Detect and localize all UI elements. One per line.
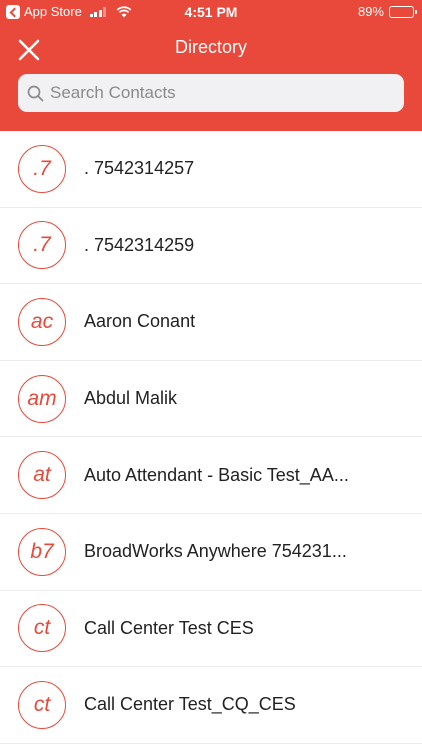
- contact-row[interactable]: .7 . 7542314259: [0, 208, 422, 285]
- search-icon: [27, 85, 44, 101]
- battery-icon: [389, 5, 417, 18]
- contact-avatar: am: [18, 374, 66, 423]
- contact-name: Call Center Test CES: [84, 617, 254, 638]
- contact-avatar: ac: [18, 297, 66, 346]
- contact-name: . 7542314257: [84, 158, 195, 179]
- contact-name: Aaron Conant: [84, 311, 196, 332]
- contact-name: Call Center Test_CQ_CES: [84, 694, 296, 715]
- contact-row[interactable]: at Auto Attendant - Basic Test_AA...: [0, 437, 422, 514]
- contact-row[interactable]: ct Call Center Test CES: [0, 591, 422, 668]
- contact-row[interactable]: ct Call Center Test_CQ_CES: [0, 667, 422, 744]
- search-bar[interactable]: [18, 74, 404, 112]
- contact-avatar: .7: [18, 221, 66, 270]
- status-right: 89%: [357, 4, 417, 19]
- contact-name: Auto Attendant - Basic Test_AA...: [84, 464, 349, 485]
- contact-name: . 7542314259: [84, 234, 195, 255]
- contact-row[interactable]: b7 BroadWorks Anywhere 754231...: [0, 514, 422, 591]
- page-title: Directory: [174, 37, 247, 57]
- contact-name: Abdul Malik: [84, 388, 178, 409]
- nav-header: App Store 4:51 PM 89% Directory: [0, 0, 422, 131]
- contact-row[interactable]: .7 . 7542314257: [0, 131, 422, 208]
- contact-avatar: ct: [18, 680, 66, 729]
- battery-percent: 89%: [357, 4, 384, 19]
- contact-row[interactable]: ac Aaron Conant: [0, 284, 422, 361]
- contact-avatar: at: [18, 451, 66, 500]
- contact-avatar: .7: [18, 144, 66, 193]
- contact-name: BroadWorks Anywhere 754231...: [84, 541, 347, 562]
- contact-avatar: b7: [18, 527, 66, 576]
- contact-list: .7 . 7542314257 .7 . 7542314259 ac Aaron Cona…: [0, 131, 422, 744]
- status-bar: App Store 4:51 PM 89%: [0, 0, 422, 24]
- search-input[interactable]: [50, 83, 380, 103]
- contact-avatar: ct: [18, 604, 66, 653]
- contact-row[interactable]: am Abdul Malik: [0, 361, 422, 438]
